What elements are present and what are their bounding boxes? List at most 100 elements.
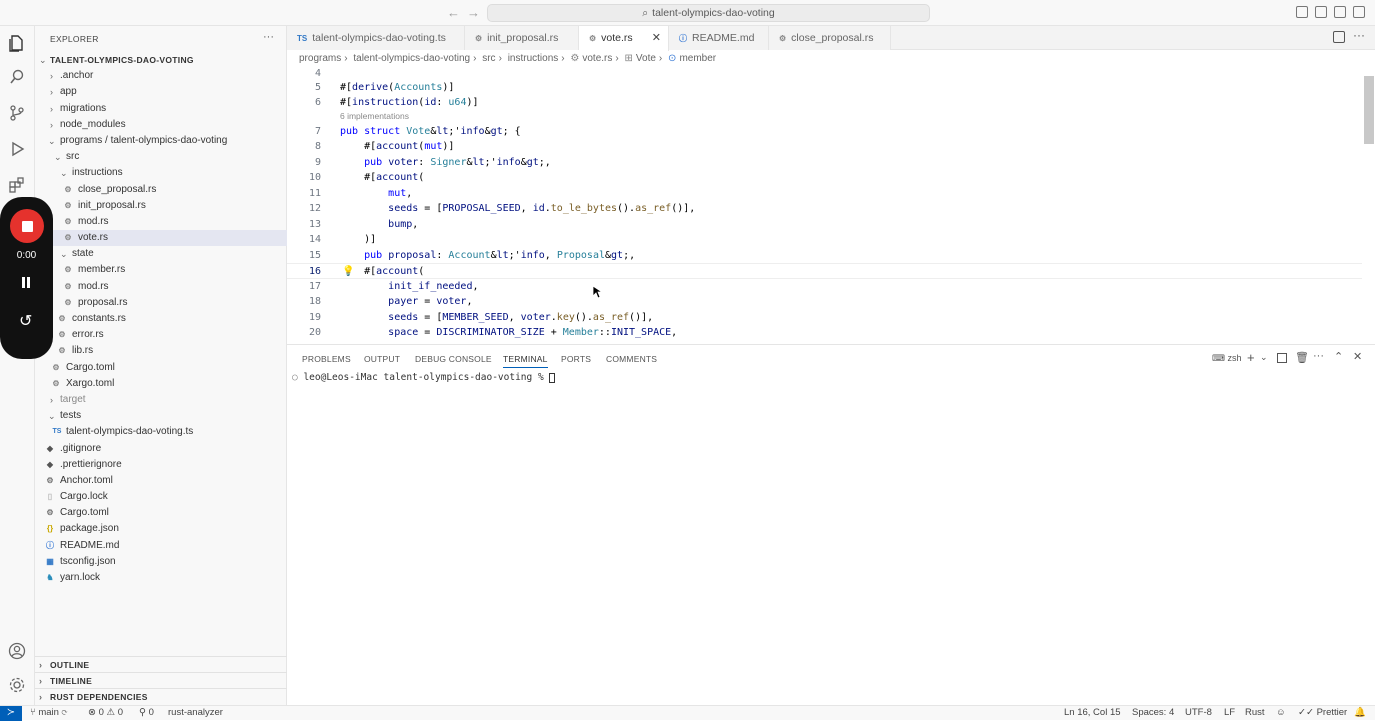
terminal-shell-selector[interactable]: ⌨ zsh xyxy=(1212,353,1242,364)
maximize-panel-icon[interactable]: ⌃ xyxy=(1334,350,1343,363)
code-editor[interactable]: 4 5 #[derive(Accounts)] 6 #[instruction(id… xyxy=(287,66,1375,344)
tree-folder[interactable]: › migrations xyxy=(35,101,287,117)
split-editor-icon[interactable] xyxy=(1333,31,1345,43)
notifications-bell-icon[interactable]: 🔔 xyxy=(1354,707,1366,718)
restart-icon[interactable]: ↺ xyxy=(19,311,32,331)
tree-folder[interactable]: ⌄ state xyxy=(35,246,287,262)
pause-icon[interactable] xyxy=(21,277,32,289)
tree-folder[interactable]: ⌄ src xyxy=(35,149,287,165)
tree-file[interactable]: ◆ .gitignore xyxy=(35,441,287,457)
toggle-sidebar-icon[interactable] xyxy=(1296,6,1308,18)
branch-indicator[interactable]: ⑂ main ⟳ xyxy=(30,707,67,718)
tree-file[interactable]: ⚙ error.rs xyxy=(35,327,287,343)
tree-folder[interactable]: ⌄ instructions xyxy=(35,165,287,181)
ports-indicator[interactable]: ⚲ 0 xyxy=(139,707,154,718)
breadcrumb-item[interactable]: vote.rs xyxy=(582,53,612,64)
tab-output[interactable]: OUTPUT xyxy=(364,354,400,364)
trash-icon[interactable]: 🗑 xyxy=(1295,351,1309,364)
tree-file[interactable]: ⚙ init_proposal.rs xyxy=(35,198,287,214)
source-control-icon[interactable] xyxy=(6,102,28,124)
outline-section[interactable]: › OUTLINE xyxy=(35,656,287,672)
more-actions-icon[interactable]: ··· xyxy=(1353,28,1365,42)
problems-indicator[interactable]: ⊗ 0 ⚠ 0 xyxy=(88,707,123,718)
extensions-icon[interactable] xyxy=(6,174,28,196)
tree-file[interactable]: ▦ tsconfig.json xyxy=(35,554,287,570)
tree-file[interactable]: TS talent-olympics-dao-voting.ts xyxy=(35,424,287,440)
breadcrumb-item[interactable]: member xyxy=(679,53,716,64)
tab-init-proposal[interactable]: ⚙ init_proposal.rs xyxy=(465,26,579,50)
tab-readme[interactable]: ⓘ README.md xyxy=(669,26,769,50)
settings-gear-icon[interactable] xyxy=(6,674,28,696)
toggle-panel-icon[interactable] xyxy=(1315,6,1327,18)
end-of-line[interactable]: LF xyxy=(1224,707,1235,718)
tree-file[interactable]: ⚙ Cargo.toml xyxy=(35,505,287,521)
tree-file[interactable]: ▯ Cargo.lock xyxy=(35,489,287,505)
tree-file[interactable]: ⚙ Xargo.toml xyxy=(35,376,287,392)
breadcrumb-item[interactable]: instructions xyxy=(508,53,559,64)
remote-indicator-icon[interactable]: ≻ xyxy=(0,706,22,721)
stop-recording-button[interactable] xyxy=(10,209,44,243)
forward-arrow-icon[interactable]: → xyxy=(467,5,480,20)
tree-file[interactable]: ⚙ Anchor.toml xyxy=(35,473,287,489)
tree-file[interactable]: ♞ yarn.lock xyxy=(35,570,287,586)
customize-layout-icon[interactable] xyxy=(1353,6,1365,18)
prettier-status[interactable]: ✓✓ Prettier xyxy=(1298,707,1347,718)
copilot-icon[interactable]: ☺ xyxy=(1276,707,1286,718)
tree-file[interactable]: ⚙ Cargo.toml xyxy=(35,360,287,376)
tree-file[interactable]: ⚙ constants.rs xyxy=(35,311,287,327)
rust-analyzer-status[interactable]: rust-analyzer xyxy=(168,707,223,718)
account-icon[interactable] xyxy=(6,640,28,662)
tab-talent-olympics-ts[interactable]: TS talent-olympics-dao-voting.ts xyxy=(287,26,465,50)
tab-terminal[interactable]: TERMINAL xyxy=(503,354,548,368)
tree-file[interactable]: ⚙ mod.rs xyxy=(35,279,287,295)
explorer-icon[interactable] xyxy=(6,32,28,54)
tree-root-folder[interactable]: ⌄ TALENT-OLYMPICS-DAO-VOTING xyxy=(35,52,287,68)
tree-file[interactable]: ⚙ lib.rs xyxy=(35,343,287,359)
tab-debug-console[interactable]: DEBUG CONSOLE xyxy=(415,354,492,364)
tree-file[interactable]: ⚙ member.rs xyxy=(35,262,287,278)
tree-file[interactable]: ⚙ close_proposal.rs xyxy=(35,182,287,198)
cursor-position[interactable]: Ln 16, Col 15 xyxy=(1064,707,1121,718)
tab-vote-rs[interactable]: ⚙ vote.rs ✕ xyxy=(579,26,669,51)
toggle-secondary-sidebar-icon[interactable] xyxy=(1334,6,1346,18)
breadcrumb-item[interactable]: talent-olympics-dao-voting xyxy=(353,53,470,64)
more-actions-icon[interactable]: ··· xyxy=(263,31,274,43)
tree-folder[interactable]: › .anchor xyxy=(35,68,287,84)
tab-close-proposal[interactable]: ⚙ close_proposal.rs xyxy=(769,26,891,50)
tree-folder[interactable]: › target xyxy=(35,392,287,408)
split-terminal-icon[interactable] xyxy=(1277,353,1287,363)
new-terminal-icon[interactable]: + xyxy=(1247,350,1255,365)
run-debug-icon[interactable] xyxy=(6,138,28,160)
tree-folder[interactable]: ⌄ programs / talent-olympics-dao-voting xyxy=(35,133,287,149)
tree-file[interactable]: ⓘ README.md xyxy=(35,538,287,554)
tab-ports[interactable]: PORTS xyxy=(561,354,591,364)
tree-file[interactable]: ◆ .prettierignore xyxy=(35,457,287,473)
tab-problems[interactable]: PROBLEMS xyxy=(302,354,351,364)
timeline-section[interactable]: › TIMELINE xyxy=(35,672,287,688)
tree-folder[interactable]: › node_modules xyxy=(35,117,287,133)
codelens-implementations[interactable]: 6 implementations xyxy=(340,111,409,121)
terminal-output[interactable]: ○ leo@Leos-iMac talent-olympics-dao-voti… xyxy=(292,372,556,383)
close-panel-icon[interactable]: ✕ xyxy=(1353,350,1362,363)
tree-folder[interactable]: ⌄ tests xyxy=(35,408,287,424)
breadcrumb-item[interactable]: Vote xyxy=(636,53,656,64)
more-actions-icon[interactable]: ··· xyxy=(1313,350,1324,362)
command-center[interactable]: ⌕ talent-olympics-dao-voting xyxy=(487,4,930,22)
tree-file[interactable]: ⚙ proposal.rs xyxy=(35,295,287,311)
rust-dependencies-section[interactable]: › RUST DEPENDENCIES xyxy=(35,688,287,704)
indentation[interactable]: Spaces: 4 xyxy=(1132,707,1174,718)
tree-file-selected[interactable]: ⚙ vote.rs xyxy=(35,230,287,247)
chevron-down-icon[interactable]: ⌄ xyxy=(1260,352,1268,363)
breadcrumb-item[interactable]: programs xyxy=(299,53,341,64)
tab-comments[interactable]: COMMENTS xyxy=(606,354,657,364)
editor-scrollbar[interactable] xyxy=(1364,76,1374,144)
search-icon[interactable] xyxy=(6,66,28,88)
back-arrow-icon[interactable]: ← xyxy=(447,5,460,20)
tree-folder[interactable]: › app xyxy=(35,84,287,100)
close-tab-icon[interactable]: ✕ xyxy=(652,26,661,50)
language-mode[interactable]: Rust xyxy=(1245,707,1265,718)
tree-file[interactable]: {} package.json xyxy=(35,521,287,537)
breadcrumb-item[interactable]: src xyxy=(482,53,495,64)
tree-file[interactable]: ⚙ mod.rs xyxy=(35,214,287,230)
encoding[interactable]: UTF-8 xyxy=(1185,707,1212,718)
